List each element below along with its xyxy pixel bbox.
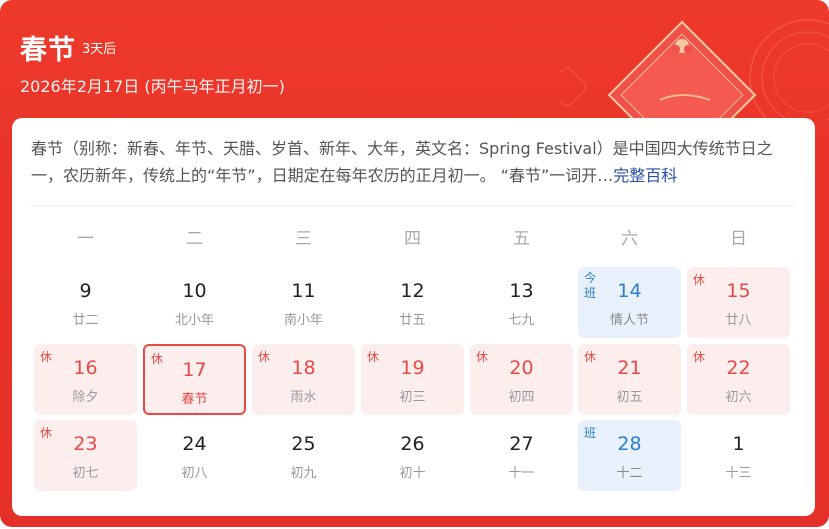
- lunar-date-label: 初三: [399, 390, 426, 405]
- divider: [31, 205, 796, 206]
- calendar-day-cell[interactable]: 27 十一: [470, 420, 573, 491]
- day-number: 20: [509, 357, 534, 379]
- day-number: 26: [400, 433, 425, 455]
- day-number: 25: [291, 433, 316, 455]
- lunar-date-label: 初五: [616, 390, 643, 405]
- lunar-date-label: 雨水: [290, 390, 317, 405]
- calendar-day-cell[interactable]: 9 廿二: [34, 267, 137, 338]
- lunar-date-label: 南小年: [283, 313, 323, 328]
- calendar-day-cell[interactable]: 休 16 除夕: [34, 344, 137, 415]
- weekday-header: 二: [186, 229, 203, 249]
- calendar-day-cell[interactable]: 10 北小年: [143, 267, 246, 338]
- lunar-date-label: 情人节: [609, 313, 649, 328]
- lunar-date-label: 十二: [616, 466, 643, 481]
- day-number: 16: [73, 357, 98, 379]
- calendar-day-cell[interactable]: 13 七九: [470, 267, 573, 338]
- day-number: 19: [400, 357, 425, 379]
- full-encyclopedia-link[interactable]: 完整百科: [613, 166, 677, 185]
- day-number: 27: [509, 433, 534, 455]
- lunar-date-label: 廿五: [399, 313, 426, 328]
- calendar-day-cell[interactable]: 班 28 十二: [578, 420, 681, 491]
- weekday-header: 六: [621, 229, 638, 249]
- countdown-label: 3天后: [82, 42, 117, 57]
- lunar-date-label: 初四: [508, 390, 535, 405]
- day-number: 12: [400, 280, 425, 302]
- lunar-date-label: 初九: [290, 466, 317, 481]
- lunar-date-label: 除夕: [72, 390, 99, 405]
- day-number: 23: [73, 433, 98, 455]
- lunar-date-label: 初十: [399, 466, 426, 481]
- lunar-date-label: 十一: [508, 466, 535, 481]
- day-number: 24: [182, 433, 207, 455]
- calendar-day-cell[interactable]: 25 初九: [252, 420, 355, 491]
- calendar-day-cell[interactable]: 休 15 廿八: [687, 267, 790, 338]
- lunar-date-label: 初八: [181, 466, 208, 481]
- day-number: 13: [509, 280, 534, 302]
- day-number: 18: [291, 357, 316, 379]
- calendar-day-cell[interactable]: 1 十三: [687, 420, 790, 491]
- calendar-day-cell[interactable]: 休 21 初五: [578, 344, 681, 415]
- calendar-day-cell[interactable]: 休 23 初七: [34, 420, 137, 491]
- day-number: 28: [617, 433, 642, 455]
- weekday-header: 日: [730, 229, 747, 249]
- day-number: 17: [182, 359, 207, 381]
- calendar-day-cell[interactable]: 休 18 雨水: [252, 344, 355, 415]
- lunar-date-label: 春节: [181, 392, 208, 407]
- lunar-date-label: 廿八: [725, 313, 752, 328]
- weekday-header: 一: [77, 229, 94, 249]
- lunar-date-label: 初六: [725, 390, 752, 405]
- day-number: 22: [726, 357, 751, 379]
- day-number: 9: [79, 280, 92, 302]
- day-number: 11: [291, 280, 316, 302]
- day-number: 14: [617, 280, 642, 302]
- festival-title: 春节: [20, 35, 76, 66]
- calendar-day-cell[interactable]: 休 17 春节: [143, 344, 246, 415]
- calendar-day-cell[interactable]: 24 初八: [143, 420, 246, 491]
- calendar-day-cell[interactable]: 12 廿五: [361, 267, 464, 338]
- calendar-day-cell[interactable]: 26 初十: [361, 420, 464, 491]
- festival-date: 2026年2月17日 (丙午马年正月初一): [20, 77, 285, 96]
- weekday-header: 三: [295, 229, 312, 249]
- calendar-day-cell[interactable]: 休 19 初三: [361, 344, 464, 415]
- lunar-date-label: 七九: [508, 313, 535, 328]
- lunar-date-label: 北小年: [174, 313, 214, 328]
- day-number: 10: [182, 280, 207, 302]
- calendar-day-cell[interactable]: 今 班 14 情人节: [578, 267, 681, 338]
- content-panel: 春节（别称：新春、年节、天腊、岁首、新年、大年，英文名：Spring Festi…: [12, 118, 815, 516]
- calendar-day-cell[interactable]: 休 22 初六: [687, 344, 790, 415]
- lunar-date-label: 十三: [725, 466, 752, 481]
- calendar-day-cell[interactable]: 11 南小年: [252, 267, 355, 338]
- weekday-header: 四: [404, 229, 421, 249]
- day-number: 21: [617, 357, 642, 379]
- festival-card: 春节 3天后 2026年2月17日 (丙午马年正月初一) 春节（别称：新春、年节…: [0, 0, 829, 527]
- calendar-day-cell[interactable]: 休 20 初四: [470, 344, 573, 415]
- weekday-header: 五: [513, 229, 530, 249]
- lunar-date-label: 初七: [72, 466, 99, 481]
- lunar-date-label: 廿二: [72, 313, 99, 328]
- decorative-lantern-icon: [560, 19, 829, 120]
- day-number: 15: [726, 280, 751, 302]
- festival-description: 春节（别称：新春、年节、天腊、岁首、新年、大年，英文名：Spring Festi…: [31, 135, 791, 189]
- day-number: 1: [732, 433, 745, 455]
